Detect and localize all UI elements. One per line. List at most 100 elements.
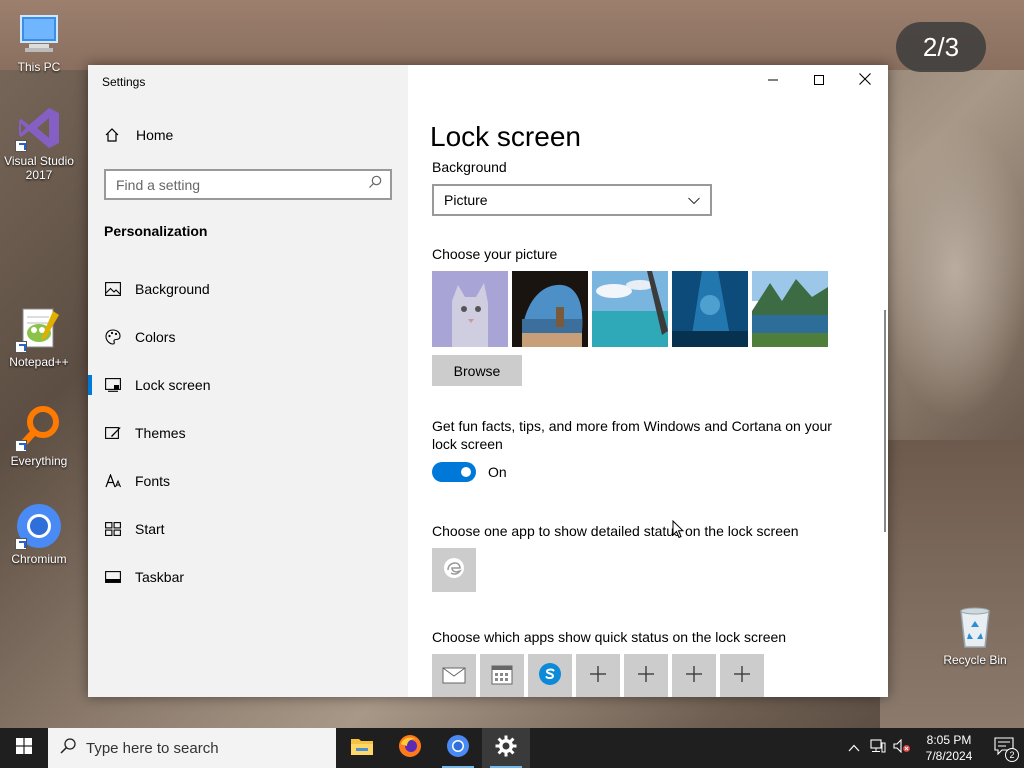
sidebar-item-background[interactable]: Background <box>88 265 408 313</box>
desktop-icon-recycle-bin[interactable]: Recycle Bin <box>937 603 1013 667</box>
quick-status-add-button[interactable] <box>624 654 668 697</box>
taskbar-search-input[interactable] <box>86 739 316 757</box>
start-icon <box>104 520 122 538</box>
sidebar-item-label: Colors <box>135 329 176 345</box>
detailed-status-label: Choose one app to show detailed status o… <box>432 523 799 539</box>
chromium-icon <box>446 734 470 763</box>
action-center-button[interactable]: 2 <box>984 728 1024 768</box>
content-scrollbar[interactable] <box>884 310 886 532</box>
sidebar-item-label: Lock screen <box>135 377 211 393</box>
show-hidden-icons-button[interactable] <box>842 728 866 768</box>
window-title: Settings <box>102 75 146 89</box>
wallpaper-bottom <box>880 440 1024 730</box>
section-title: Personalization <box>104 223 208 239</box>
skype-icon <box>538 662 562 691</box>
shortcut-arrow-icon <box>15 538 27 550</box>
notification-count-badge: 2 <box>1005 748 1019 762</box>
sidebar-item-label: Themes <box>135 425 186 441</box>
chevron-up-icon <box>848 739 860 757</box>
plus-icon <box>590 665 606 687</box>
home-icon <box>104 127 122 143</box>
chevron-down-icon <box>688 192 700 208</box>
taskbar-icon <box>104 568 122 586</box>
plus-icon <box>638 665 654 687</box>
taskbar-firefox[interactable] <box>386 728 434 768</box>
picture-thumbnail-beach[interactable] <box>592 271 668 347</box>
browse-button[interactable]: Browse <box>432 355 522 386</box>
settings-window: Settings Home Personalization Background <box>88 65 888 697</box>
settings-search-box[interactable] <box>104 169 392 200</box>
quick-status-skype-button[interactable] <box>528 654 572 697</box>
choose-picture-label: Choose your picture <box>432 246 558 262</box>
volume-button[interactable] <box>890 728 914 768</box>
settings-content: Lock screen Background Picture Choose yo… <box>408 65 888 697</box>
sidebar-item-fonts[interactable]: Fonts <box>88 457 408 505</box>
chromium-icon <box>15 502 63 550</box>
taskbar-file-explorer[interactable] <box>338 728 386 768</box>
sidebar-item-themes[interactable]: Themes <box>88 409 408 457</box>
quick-status-add-button[interactable] <box>672 654 716 697</box>
picture-thumbnail-cat[interactable] <box>432 271 508 347</box>
fun-facts-label: Get fun facts, tips, and more from Windo… <box>432 418 832 452</box>
sidebar-item-lock-screen[interactable]: Lock screen <box>88 361 408 409</box>
quick-status-label: Choose which apps show quick status on t… <box>432 629 787 645</box>
picture-thumbnail-cave[interactable] <box>512 271 588 347</box>
quick-status-mail-button[interactable] <box>432 654 476 697</box>
start-button[interactable] <box>0 728 48 768</box>
quick-status-calendar-button[interactable] <box>480 654 524 697</box>
fun-facts-toggle[interactable] <box>432 462 476 482</box>
network-icon <box>870 738 886 758</box>
sidebar-item-taskbar[interactable]: Taskbar <box>88 553 408 601</box>
quick-status-add-button[interactable] <box>576 654 620 697</box>
sidebar-item-start[interactable]: Start <box>88 505 408 553</box>
shortcut-arrow-icon <box>15 440 27 452</box>
detailed-status-app-button[interactable] <box>432 548 476 592</box>
desktop-icon-label: This PC <box>17 60 61 74</box>
clock-date: 7/8/2024 <box>925 749 973 763</box>
page-title: Lock screen <box>430 121 581 152</box>
plus-icon <box>686 665 702 687</box>
desktop-icon-visual-studio[interactable]: Visual Studio 2017 <box>1 104 77 182</box>
volume-muted-icon <box>893 738 911 758</box>
close-button[interactable] <box>842 65 888 97</box>
desktop-icon-this-pc[interactable]: This PC <box>1 10 77 74</box>
image-icon <box>104 280 122 298</box>
nav-home-label: Home <box>136 127 174 143</box>
taskbar-chromium[interactable] <box>434 728 482 768</box>
everything-search-icon <box>15 404 63 452</box>
wallpaper-top <box>0 0 1024 70</box>
quick-status-add-button[interactable] <box>720 654 764 697</box>
taskbar: 8:05 PM 7/8/2024 2 <box>0 728 1024 768</box>
page-counter: 2/3 <box>896 22 986 72</box>
desktop-icon-label: Chromium <box>11 552 67 566</box>
maximize-button[interactable] <box>796 65 842 97</box>
fun-facts-toggle-row: On <box>432 462 507 482</box>
desktop-icon-chromium[interactable]: Chromium <box>1 502 77 566</box>
nav-home[interactable]: Home <box>104 127 173 143</box>
sidebar-item-colors[interactable]: Colors <box>88 313 408 361</box>
desktop-icon-label: Recycle Bin <box>943 653 1007 667</box>
desktop-icon-everything[interactable]: Everything <box>1 404 77 468</box>
network-button[interactable] <box>866 728 890 768</box>
firefox-icon <box>398 734 422 763</box>
calendar-icon <box>491 663 513 690</box>
lock-screen-icon <box>104 376 122 394</box>
maximize-icon <box>814 72 824 90</box>
sidebar-item-label: Start <box>135 521 165 537</box>
picture-thumbnail-mountain-lake[interactable] <box>752 271 828 347</box>
taskbar-settings[interactable] <box>482 728 530 768</box>
sidebar-nav: Background Colors Lock screen Themes Fon… <box>88 265 408 601</box>
taskbar-clock[interactable]: 8:05 PM 7/8/2024 <box>914 732 984 764</box>
settings-search-input[interactable] <box>116 176 368 193</box>
sidebar-item-label: Taskbar <box>135 569 185 585</box>
shortcut-arrow-icon <box>15 341 27 353</box>
minimize-button[interactable] <box>750 65 796 97</box>
picture-thumbnail-underwater[interactable] <box>672 271 748 347</box>
computer-icon <box>15 10 63 58</box>
taskbar-search-box[interactable] <box>48 728 336 768</box>
toggle-state-label: On <box>488 464 507 480</box>
desktop-icon-notepadpp[interactable]: Notepad++ <box>1 305 77 369</box>
windows-logo-icon <box>16 737 32 759</box>
search-icon <box>60 737 76 759</box>
background-dropdown[interactable]: Picture <box>432 184 712 216</box>
